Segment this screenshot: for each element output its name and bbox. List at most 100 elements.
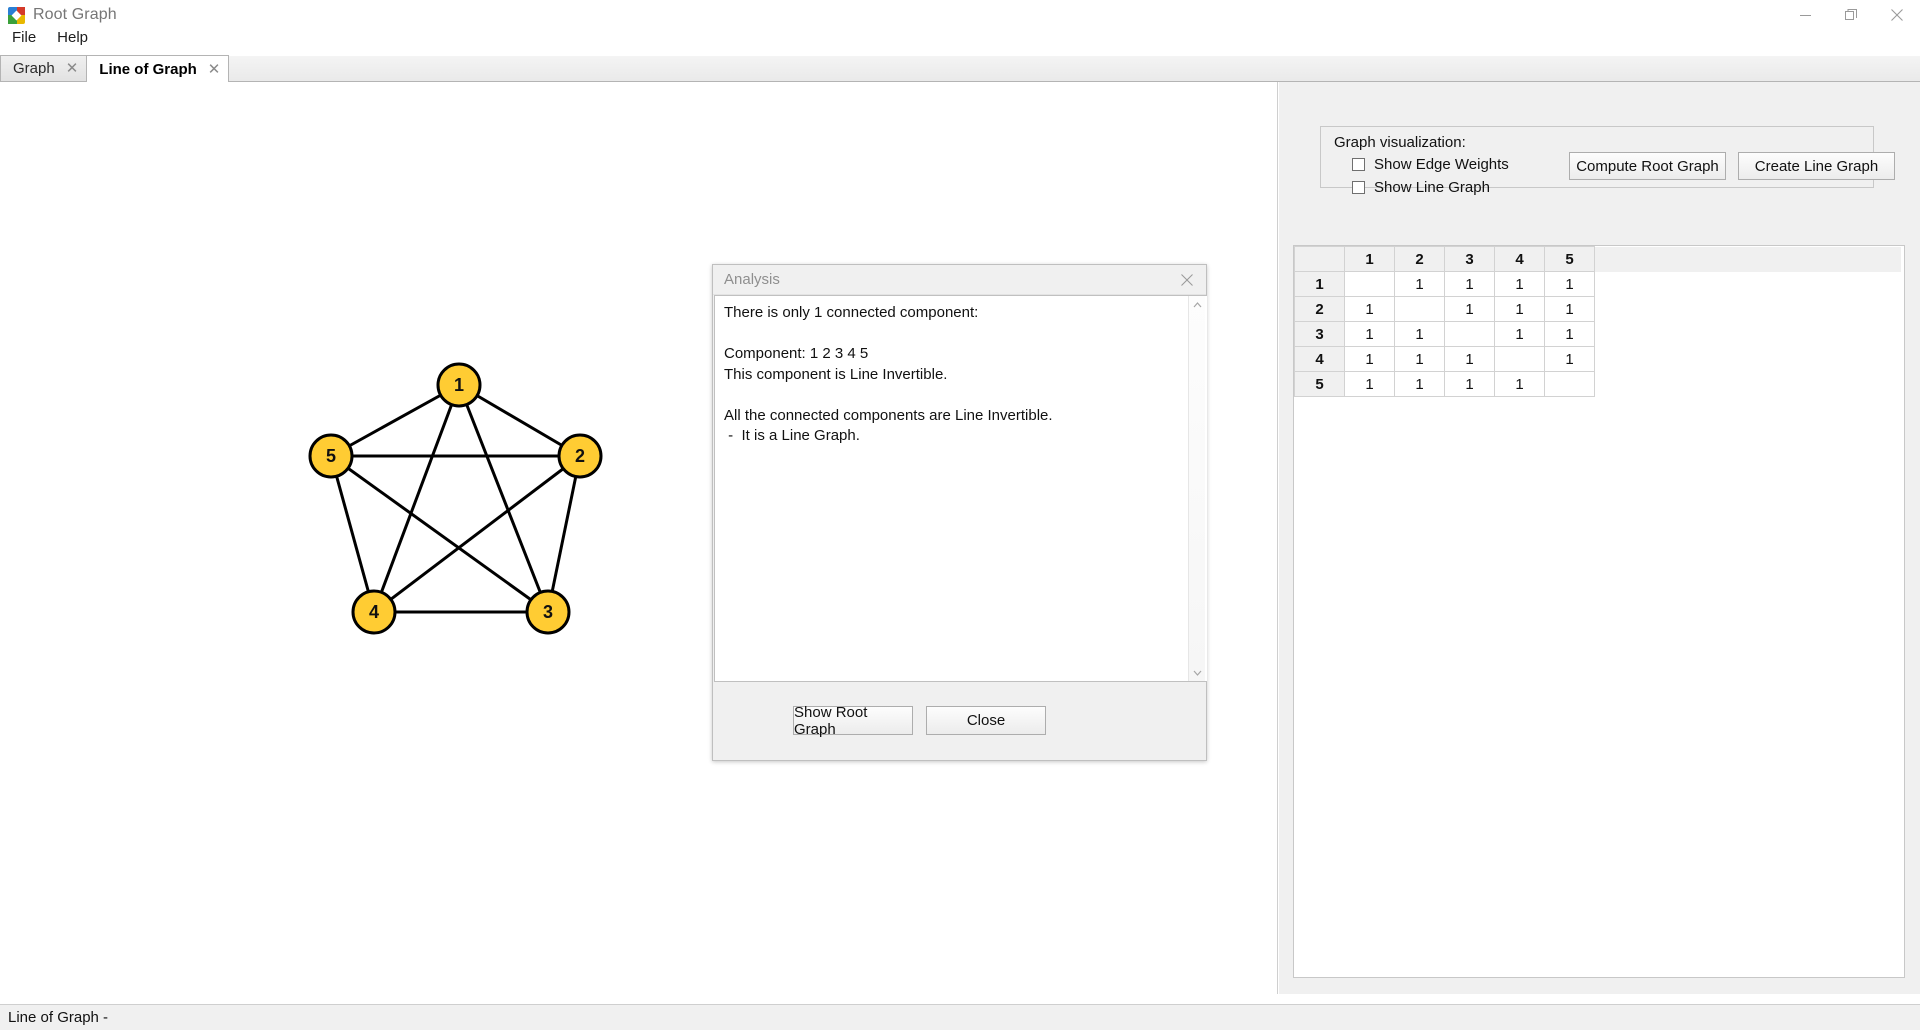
matrix-cell-5-3[interactable]: 1 xyxy=(1444,371,1495,397)
table-header-row: 12345 xyxy=(1294,246,1901,272)
matrix-cell-2-3[interactable]: 1 xyxy=(1444,296,1495,322)
adjacency-matrix-panel[interactable]: 12345 1111121111311114111151111 xyxy=(1293,245,1905,978)
matrix-cell-5-1[interactable]: 1 xyxy=(1344,371,1395,397)
tab-line-of-graph-label: Line of Graph xyxy=(99,60,197,78)
checkbox-show-line-graph[interactable]: Show Line Graph xyxy=(1352,179,1490,196)
matrix-row-filler xyxy=(1594,321,1901,347)
checkbox-show-edge-weights-box[interactable] xyxy=(1352,158,1365,171)
compute-root-graph-button[interactable]: Compute Root Graph xyxy=(1569,152,1726,180)
matrix-cell-1-1[interactable] xyxy=(1344,271,1395,297)
matrix-cell-5-5[interactable] xyxy=(1544,371,1595,397)
table-row: 51111 xyxy=(1294,371,1901,397)
graph-node-label-4: 4 xyxy=(369,602,379,622)
window-title: Root Graph xyxy=(33,6,117,23)
chevron-down-icon xyxy=(1193,670,1202,676)
graph-edge-2-4[interactable] xyxy=(373,454,581,614)
show-root-graph-button[interactable]: Show Root Graph xyxy=(793,704,913,738)
analysis-text-area[interactable]: There is only 1 connected component: Com… xyxy=(714,295,1207,682)
close-dialog-button[interactable]: Close xyxy=(926,706,1046,735)
matrix-row-header-2[interactable]: 2 xyxy=(1294,296,1345,322)
matrix-row-header-1[interactable]: 1 xyxy=(1294,271,1345,297)
table-row: 41111 xyxy=(1294,346,1901,372)
tab-line-of-graph-close-icon[interactable]: ✕ xyxy=(208,62,221,77)
adjacency-matrix-body: 1111121111311114111151111 xyxy=(1294,271,1901,397)
matrix-col-header-2[interactable]: 2 xyxy=(1394,246,1445,272)
analysis-text: There is only 1 connected component: Com… xyxy=(724,304,1053,444)
close-icon xyxy=(1181,274,1193,286)
matrix-col-header-5[interactable]: 5 xyxy=(1544,246,1595,272)
adjacency-matrix-table[interactable]: 12345 1111121111311114111151111 xyxy=(1294,246,1901,397)
graph-edge-3-5[interactable] xyxy=(330,454,549,614)
matrix-row-filler xyxy=(1594,296,1901,322)
matrix-cell-4-4[interactable] xyxy=(1494,346,1545,372)
tab-graph[interactable]: Graph ✕ xyxy=(0,55,88,81)
maximize-icon xyxy=(1845,9,1857,20)
graph-visualization-group: Graph visualization: Show Edge Weights S… xyxy=(1320,126,1895,196)
matrix-row-header-4[interactable]: 4 xyxy=(1294,346,1345,372)
adjacency-matrix-header: 12345 xyxy=(1294,246,1901,272)
matrix-cell-3-4[interactable]: 1 xyxy=(1494,321,1545,347)
status-bar-text: Line of Graph - xyxy=(8,1009,109,1026)
analysis-dialog-buttons: Show Root Graph Close xyxy=(713,684,1206,760)
graph-edge-2-3[interactable] xyxy=(546,455,582,613)
matrix-cell-2-2[interactable] xyxy=(1394,296,1445,322)
matrix-cell-1-3[interactable]: 1 xyxy=(1444,271,1495,297)
matrix-cell-5-2[interactable]: 1 xyxy=(1394,371,1445,397)
matrix-corner-cell xyxy=(1294,246,1345,272)
analysis-dialog[interactable]: Analysis There is only 1 connected compo… xyxy=(712,264,1207,761)
matrix-cell-1-5[interactable]: 1 xyxy=(1544,271,1595,297)
matrix-cell-5-4[interactable]: 1 xyxy=(1494,371,1545,397)
matrix-cell-3-1[interactable]: 1 xyxy=(1344,321,1395,347)
matrix-col-header-4[interactable]: 4 xyxy=(1494,246,1545,272)
matrix-cell-2-1[interactable]: 1 xyxy=(1344,296,1395,322)
menu-item-help[interactable]: Help xyxy=(48,28,97,47)
menu-item-file[interactable]: File xyxy=(3,28,45,47)
matrix-row-filler xyxy=(1594,371,1901,397)
root-graph-app-icon xyxy=(8,6,25,24)
matrix-col-header-3[interactable]: 3 xyxy=(1444,246,1495,272)
analysis-dialog-close-icon[interactable] xyxy=(1176,270,1198,290)
analysis-dialog-titlebar[interactable]: Analysis xyxy=(713,265,1206,295)
table-row: 21111 xyxy=(1294,296,1901,322)
graph-visualization-label: Graph visualization: xyxy=(1334,134,1466,151)
scroll-up-icon[interactable] xyxy=(1189,296,1206,313)
status-bar: Line of Graph - xyxy=(0,1004,1920,1030)
matrix-cell-2-5[interactable]: 1 xyxy=(1544,296,1595,322)
matrix-cell-3-3[interactable] xyxy=(1444,321,1495,347)
matrix-header-filler xyxy=(1594,246,1901,272)
graph-edge-4-5[interactable] xyxy=(329,455,376,613)
table-row: 31111 xyxy=(1294,321,1901,347)
matrix-cell-1-2[interactable]: 1 xyxy=(1394,271,1445,297)
matrix-row-header-3[interactable]: 3 xyxy=(1294,321,1345,347)
matrix-cell-4-5[interactable]: 1 xyxy=(1544,346,1595,372)
tab-line-of-graph[interactable]: Line of Graph ✕ xyxy=(86,55,230,82)
table-row: 11111 xyxy=(1294,271,1901,297)
minimize-icon xyxy=(1799,14,1811,16)
side-panel: Graph visualization: Show Edge Weights S… xyxy=(1279,82,1920,994)
analysis-scrollbar[interactable] xyxy=(1188,296,1205,681)
matrix-col-header-1[interactable]: 1 xyxy=(1344,246,1395,272)
matrix-cell-3-2[interactable]: 1 xyxy=(1394,321,1445,347)
graph-node-label-5: 5 xyxy=(326,446,336,466)
matrix-cell-4-3[interactable]: 1 xyxy=(1444,346,1495,372)
tab-graph-close-icon[interactable]: ✕ xyxy=(66,61,79,76)
checkbox-show-line-graph-box[interactable] xyxy=(1352,181,1365,194)
tab-strip: Graph ✕ Line of Graph ✕ xyxy=(0,55,1920,82)
matrix-cell-3-5[interactable]: 1 xyxy=(1544,321,1595,347)
graph-edge-1-3[interactable] xyxy=(457,384,550,613)
tab-graph-label: Graph xyxy=(13,60,55,77)
matrix-row-header-5[interactable]: 5 xyxy=(1294,371,1345,397)
create-line-graph-button[interactable]: Create Line Graph xyxy=(1738,152,1895,180)
menubar: File Help xyxy=(0,26,1920,48)
matrix-cell-4-1[interactable]: 1 xyxy=(1344,346,1395,372)
matrix-cell-2-4[interactable]: 1 xyxy=(1494,296,1545,322)
graph-node-label-3: 3 xyxy=(543,602,553,622)
checkbox-show-edge-weights[interactable]: Show Edge Weights xyxy=(1352,156,1509,173)
matrix-row-filler xyxy=(1594,346,1901,372)
matrix-cell-1-4[interactable]: 1 xyxy=(1494,271,1545,297)
matrix-cell-4-2[interactable]: 1 xyxy=(1394,346,1445,372)
scroll-down-icon[interactable] xyxy=(1189,664,1206,681)
analysis-dialog-title: Analysis xyxy=(724,271,780,288)
chevron-up-icon xyxy=(1193,301,1202,307)
checkbox-show-edge-weights-label: Show Edge Weights xyxy=(1374,156,1509,173)
